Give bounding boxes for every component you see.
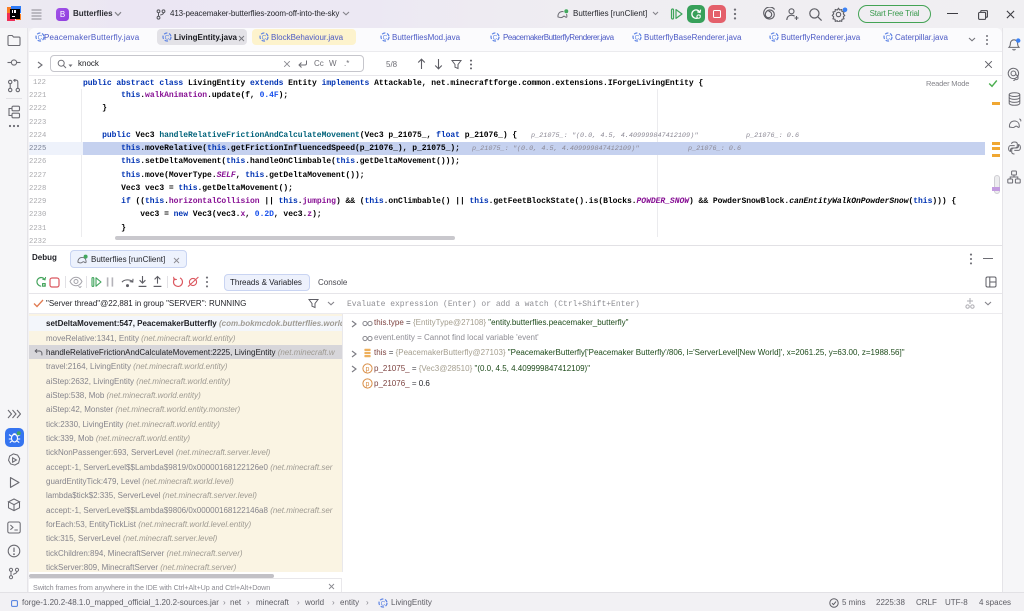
svg-text:C: C [383, 34, 388, 41]
svg-text:p: p [366, 381, 370, 388]
svg-text:C: C [381, 600, 386, 607]
svg-text:C: C [635, 34, 640, 41]
svg-text:C: C [165, 34, 170, 41]
svg-text:C: C [886, 34, 891, 41]
svg-text:C: C [38, 34, 43, 41]
svg-text:C: C [493, 34, 498, 41]
svg-text:C: C [772, 34, 777, 41]
svg-text:C: C [262, 34, 267, 41]
svg-text:p: p [366, 366, 370, 373]
